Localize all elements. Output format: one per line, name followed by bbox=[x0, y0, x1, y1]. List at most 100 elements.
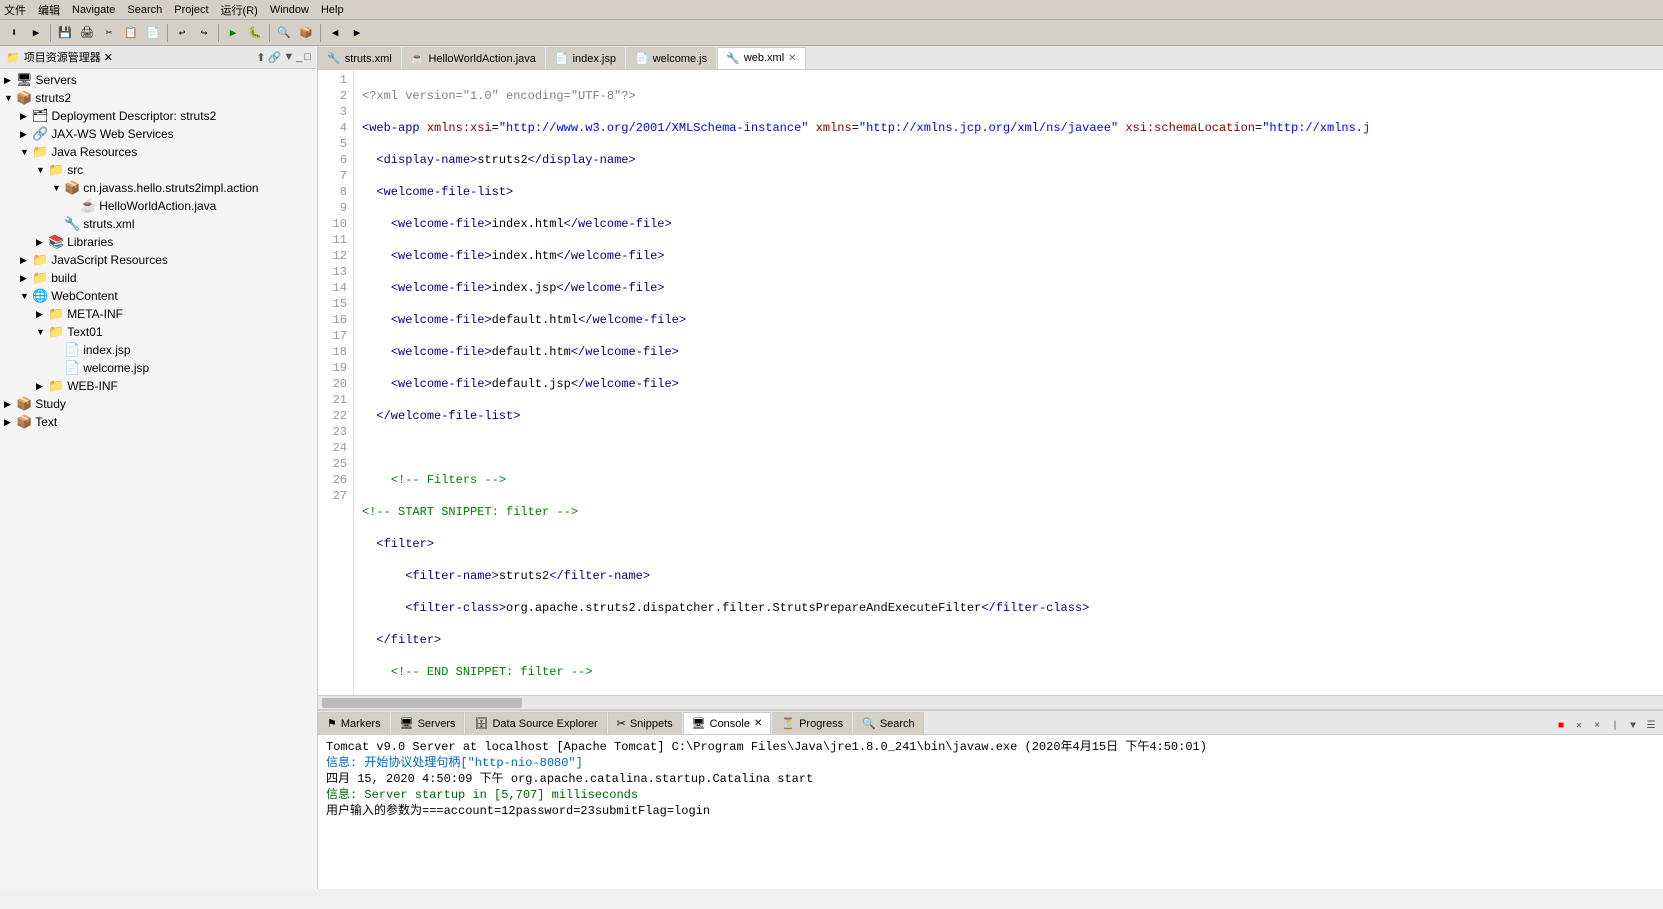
arrow-meta-inf[interactable]: ▶ bbox=[36, 309, 48, 320]
console-stop-btn[interactable]: ■ bbox=[1553, 718, 1569, 734]
h-scroll-bar[interactable] bbox=[322, 698, 522, 708]
tree-item-java-resources[interactable]: ▼ 📁 Java Resources bbox=[0, 143, 317, 161]
toolbar-btn-debug[interactable]: 🐛 bbox=[245, 23, 265, 43]
bottom-tab-console[interactable]: 🖥 Console ✕ bbox=[683, 712, 772, 734]
arrow-study[interactable]: ▶ bbox=[4, 399, 16, 410]
arrow-java-resources[interactable]: ▼ bbox=[20, 147, 32, 157]
menu-edit[interactable]: 编辑 bbox=[38, 2, 60, 18]
tab-web-xml-close[interactable]: ✕ bbox=[788, 53, 796, 64]
console-close[interactable]: ✕ bbox=[754, 718, 762, 729]
tab-struts-xml[interactable]: 🔧 struts.xml bbox=[318, 47, 401, 69]
tab-web-xml[interactable]: 🔧 web.xml ✕ bbox=[717, 47, 805, 69]
menu-project[interactable]: Project bbox=[174, 4, 208, 16]
code-editor[interactable]: 12345 678910 1112131415 1617181920 21222… bbox=[318, 70, 1663, 695]
tab-hello-action[interactable]: ☕ HelloWorldAction.java bbox=[402, 47, 545, 69]
arrow-deployment[interactable]: ▶ bbox=[20, 111, 32, 122]
console-line-4: 用户输入的参数为===account=12password=23submitFl… bbox=[326, 803, 1655, 819]
datasource-icon: 🗄 bbox=[474, 717, 488, 730]
maximize-sidebar-btn[interactable]: □ bbox=[304, 51, 311, 64]
toolbar-btn-back[interactable]: ◀ bbox=[325, 23, 345, 43]
struts-xml-icon: 🔧 bbox=[64, 216, 80, 232]
bottom-tab-servers[interactable]: 🖥 Servers bbox=[391, 712, 465, 734]
java-resources-label: Java Resources bbox=[51, 145, 137, 159]
bottom-tab-search[interactable]: 🔍 Search bbox=[853, 712, 924, 734]
tree-item-cn-pkg[interactable]: ▼ 📦 cn.javass.hello.struts2impl.action bbox=[0, 179, 317, 197]
toolbar-btn-4[interactable]: 🖨 bbox=[77, 23, 97, 43]
editor-area: 🔧 struts.xml ☕ HelloWorldAction.java 📄 i… bbox=[318, 46, 1663, 709]
tree-item-struts2[interactable]: ▼ 📦 struts2 bbox=[0, 89, 317, 107]
toolbar-btn-6[interactable]: 📋 bbox=[121, 23, 141, 43]
h-scroll-area[interactable] bbox=[318, 695, 1663, 709]
menu-file[interactable]: 文件 bbox=[4, 2, 26, 18]
toolbar-btn-3[interactable]: 💾 bbox=[55, 23, 75, 43]
bottom-tab-snippets[interactable]: ✂ Snippets bbox=[608, 712, 682, 734]
tree-item-webcontent[interactable]: ▼ 🌐 WebContent bbox=[0, 287, 317, 305]
bottom-tab-bar: ⚑ Markers 🖥 Servers 🗄 Data Source Explor… bbox=[318, 711, 1663, 735]
tree-item-jaxws[interactable]: ▶ 🔗 JAX-WS Web Services bbox=[0, 125, 317, 143]
menu-run[interactable]: 运行(R) bbox=[221, 2, 258, 18]
text01-label: Text01 bbox=[67, 325, 102, 339]
web-inf-icon: 📁 bbox=[48, 378, 64, 394]
link-editor-btn[interactable]: 🔗 bbox=[268, 51, 282, 64]
tree-item-hello-action[interactable]: ▶ ☕ HelloWorldAction.java bbox=[0, 197, 317, 215]
bottom-tab-progress[interactable]: ⏳ Progress bbox=[772, 712, 852, 734]
tree-item-study[interactable]: ▶ 📦 Study bbox=[0, 395, 317, 413]
menu-help[interactable]: Help bbox=[321, 4, 344, 16]
toolbar-btn-redo[interactable]: ↪ bbox=[194, 23, 214, 43]
tree-item-js-resources[interactable]: ▶ 📁 JavaScript Resources bbox=[0, 251, 317, 269]
tree-item-index-jsp[interactable]: ▶ 📄 index.jsp bbox=[0, 341, 317, 359]
arrow-build[interactable]: ▶ bbox=[20, 273, 32, 284]
menu-window[interactable]: Window bbox=[270, 4, 309, 16]
arrow-text01[interactable]: ▼ bbox=[36, 327, 48, 337]
toolbar-btn-1[interactable]: ⬇ bbox=[4, 23, 24, 43]
tree-item-src[interactable]: ▼ 📁 src bbox=[0, 161, 317, 179]
tab-index-jsp-label: index.jsp bbox=[573, 53, 616, 65]
search-bottom-label: Search bbox=[880, 718, 915, 730]
toolbar-btn-run[interactable]: ▶ bbox=[223, 23, 243, 43]
console-btn-4[interactable]: | bbox=[1607, 718, 1623, 734]
tree-item-text01[interactable]: ▼ 📁 Text01 bbox=[0, 323, 317, 341]
sidebar-menu-btn[interactable]: ▼ bbox=[283, 51, 294, 64]
toolbar-btn-5a[interactable]: 📦 bbox=[296, 23, 316, 43]
arrow-web-inf[interactable]: ▶ bbox=[36, 381, 48, 392]
arrow-cn-pkg[interactable]: ▼ bbox=[52, 183, 64, 193]
toolbar-btn-5[interactable]: ✂ bbox=[99, 23, 119, 43]
tree-item-build[interactable]: ▶ 📁 build bbox=[0, 269, 317, 287]
tree-item-deployment[interactable]: ▶ 🗂 Deployment Descriptor: struts2 bbox=[0, 107, 317, 125]
tree-item-web-inf[interactable]: ▶ 📁 WEB-INF bbox=[0, 377, 317, 395]
bottom-tab-datasource[interactable]: 🗄 Data Source Explorer bbox=[465, 712, 606, 734]
arrow-text[interactable]: ▶ bbox=[4, 417, 16, 428]
tree-item-servers[interactable]: ▶ 🖥 Servers bbox=[0, 71, 317, 89]
arrow-js-resources[interactable]: ▶ bbox=[20, 255, 32, 266]
minimize-sidebar-btn[interactable]: _ bbox=[296, 51, 302, 64]
arrow-webcontent[interactable]: ▼ bbox=[20, 291, 32, 301]
console-btn-3[interactable]: × bbox=[1589, 718, 1605, 734]
console-btn-6[interactable]: ☰ bbox=[1643, 718, 1659, 734]
libraries-label: Libraries bbox=[67, 235, 113, 249]
collapse-all-btn[interactable]: ⬆ bbox=[256, 51, 265, 64]
console-text-4: 用户输入的参数为===account=12password=23submitFl… bbox=[326, 804, 710, 818]
toolbar-btn-2[interactable]: ▶ bbox=[26, 23, 46, 43]
tab-index-jsp[interactable]: 📄 index.jsp bbox=[546, 47, 625, 69]
console-btn-5[interactable]: ▼ bbox=[1625, 718, 1641, 734]
arrow-servers[interactable]: ▶ bbox=[4, 75, 16, 86]
toolbar-btn-7[interactable]: 📄 bbox=[143, 23, 163, 43]
toolbar-btn-search[interactable]: 🔍 bbox=[274, 23, 294, 43]
tree-item-struts-xml[interactable]: ▶ 🔧 struts.xml bbox=[0, 215, 317, 233]
menu-navigate[interactable]: Navigate bbox=[72, 4, 115, 16]
tree-item-meta-inf[interactable]: ▶ 📁 META-INF bbox=[0, 305, 317, 323]
arrow-libraries[interactable]: ▶ bbox=[36, 237, 48, 248]
menu-search[interactable]: Search bbox=[127, 4, 162, 16]
tree-item-text[interactable]: ▶ 📦 Text bbox=[0, 413, 317, 431]
build-label: build bbox=[51, 271, 76, 285]
tree-item-libraries[interactable]: ▶ 📚 Libraries bbox=[0, 233, 317, 251]
arrow-jaxws[interactable]: ▶ bbox=[20, 129, 32, 140]
arrow-struts2[interactable]: ▼ bbox=[4, 93, 16, 103]
toolbar-btn-fwd[interactable]: ▶ bbox=[347, 23, 367, 43]
toolbar-btn-undo[interactable]: ↩ bbox=[172, 23, 192, 43]
tab-welcome-js[interactable]: 📄 welcome.js bbox=[626, 47, 716, 69]
arrow-src[interactable]: ▼ bbox=[36, 165, 48, 175]
bottom-tab-markers[interactable]: ⚑ Markers bbox=[318, 712, 390, 734]
tree-item-welcome-jsp[interactable]: ▶ 📄 welcome.jsp bbox=[0, 359, 317, 377]
console-clear-btn[interactable]: ✕ bbox=[1571, 718, 1587, 734]
